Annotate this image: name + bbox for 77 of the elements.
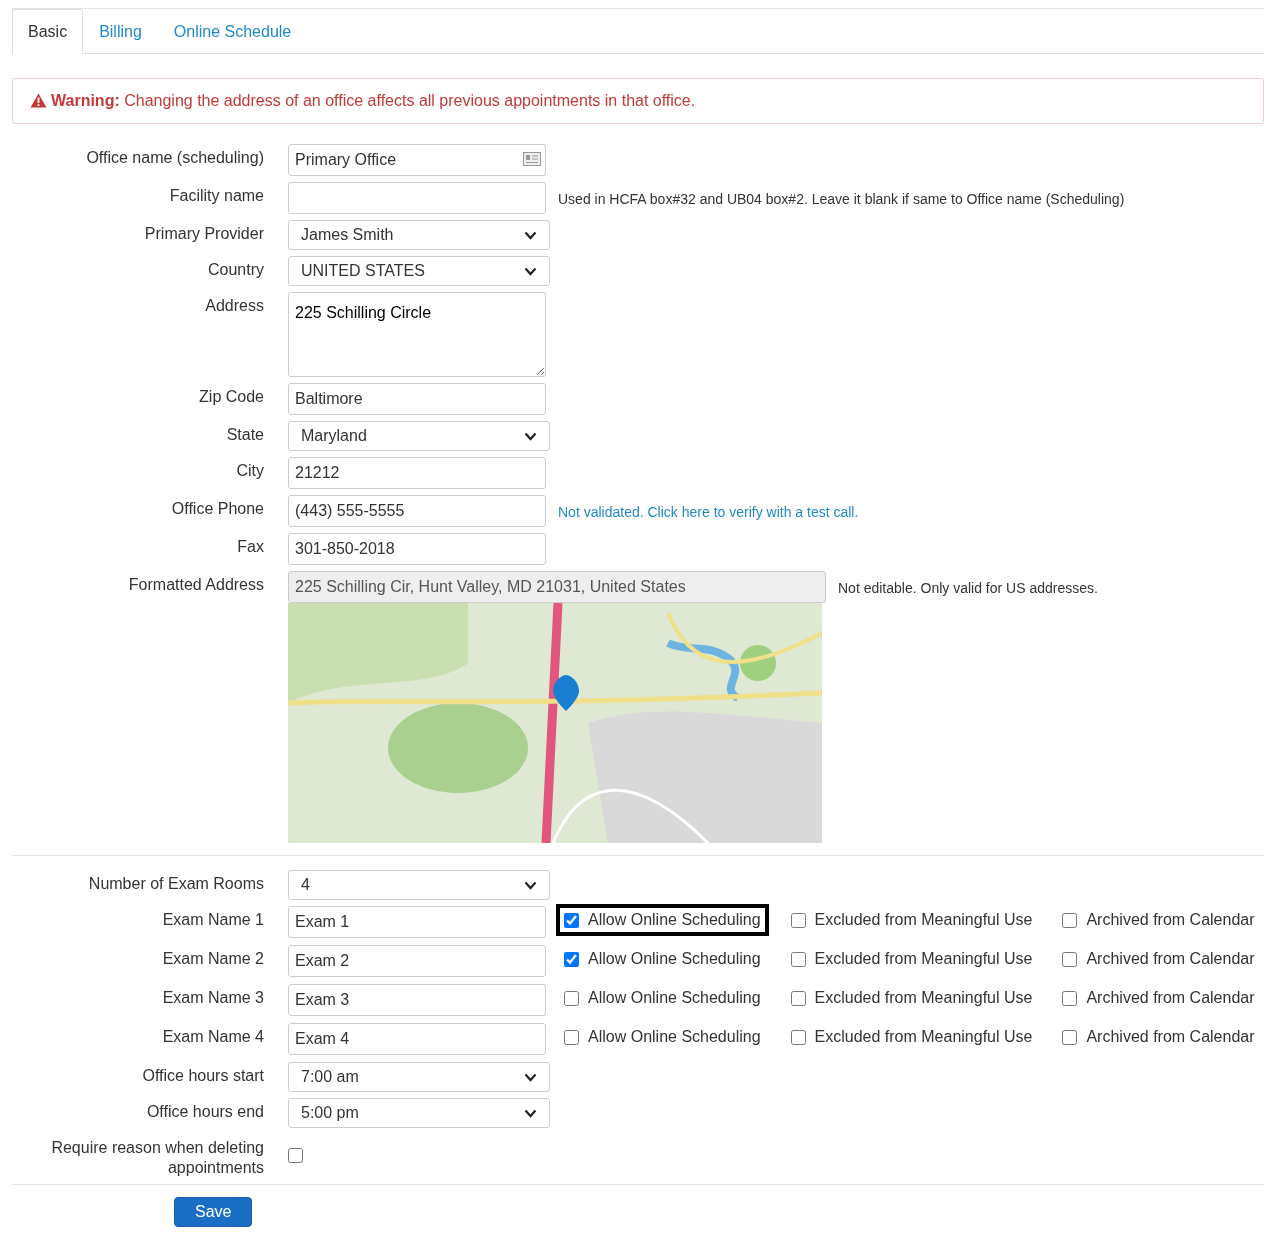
checkbox-label: Excluded from Meaningful Use (814, 910, 1033, 930)
input-field[interactable]: Exam 1 (288, 906, 546, 938)
field-label: Exam Name 4 (161, 1027, 264, 1047)
save-button[interactable]: Save (174, 1197, 253, 1227)
checkbox-label: Allow Online Scheduling (588, 988, 761, 1008)
checkbox[interactable] (1062, 912, 1078, 928)
field-label: City (235, 461, 264, 481)
help-text: Not editable. Only valid for US addresses. (838, 579, 1098, 598)
field-label: Formatted Address (127, 575, 264, 595)
field-label: Exam Name 2 (161, 949, 264, 969)
field-label: Country (206, 260, 264, 280)
checkbox[interactable] (564, 1029, 579, 1045)
field-label: Office Phone (170, 499, 264, 519)
dropdown[interactable]: Maryland (288, 421, 550, 451)
checkbox-label: Allow Online Scheduling (588, 1027, 761, 1047)
help-text: Used in HCFA box#32 and UB04 box#2. Leave it blank if same to Office name (Scheduling) (558, 190, 1125, 209)
dropdown[interactable]: 4 (288, 870, 550, 900)
input-field[interactable]: 301-850-2018 (288, 533, 546, 565)
checkbox[interactable] (1062, 990, 1078, 1006)
caret-icon (524, 880, 537, 890)
input-field[interactable]: Exam 4 (288, 1023, 546, 1055)
checkbox[interactable] (790, 951, 806, 967)
checkbox-label: Archived from Calendar (1086, 910, 1255, 930)
readonly-field: 225 Schilling Cir, Hunt Valley, MD 21031, United States (288, 571, 826, 603)
checkbox-label: Archived from Calendar (1086, 949, 1255, 969)
dropdown[interactable]: UNITED STATES (288, 256, 550, 286)
checkbox-label: Allow Online Scheduling (588, 949, 761, 969)
field-label: Zip Code (198, 387, 264, 407)
checkbox[interactable] (288, 1148, 303, 1163)
warning-text: Warning: Changing the address of an office affects all previous appointments in that office. (51, 92, 696, 109)
input-field[interactable]: Baltimore (288, 383, 546, 415)
input-field[interactable]: Primary Office (288, 144, 546, 176)
checkbox-label: Archived from Calendar (1086, 988, 1255, 1008)
input-field[interactable]: Exam 2 (288, 945, 546, 977)
checkbox[interactable] (790, 1029, 806, 1045)
text-area[interactable]: 225 Schilling Circle (288, 292, 546, 377)
checkbox[interactable] (1062, 1029, 1078, 1045)
checkbox-label: Excluded from Meaningful Use (814, 988, 1033, 1008)
input-field[interactable]: Exam 3 (288, 984, 546, 1016)
tab[interactable]: Billing (83, 9, 158, 54)
input-field[interactable]: (443) 555-5555 (288, 495, 546, 527)
field-label: Number of Exam Rooms (87, 874, 264, 894)
caret-icon (524, 266, 537, 276)
checkbox-label: Excluded from Meaningful Use (814, 1027, 1033, 1047)
field-label: Office hours start (141, 1066, 264, 1086)
input-field[interactable]: 21212 (288, 457, 546, 489)
field-label: Office name (scheduling) (85, 148, 264, 168)
field-label: Address (204, 296, 264, 316)
tab[interactable]: Online Schedule (157, 9, 308, 54)
checkbox[interactable] (790, 990, 806, 1006)
caret-icon (524, 1108, 537, 1118)
warning-icon (30, 93, 47, 108)
field-label: Exam Name 1 (161, 910, 264, 930)
verify-link[interactable]: Not validated. Click here to verify with a test call. (558, 495, 859, 523)
field-label: Office hours end (145, 1102, 264, 1122)
checkbox[interactable] (1062, 951, 1078, 967)
checkbox-label: Excluded from Meaningful Use (814, 949, 1033, 969)
tab[interactable]: Basic (12, 9, 84, 54)
checkbox[interactable] (564, 990, 579, 1006)
checkbox[interactable] (564, 912, 579, 928)
field-label: Primary Provider (143, 224, 264, 244)
caret-icon (524, 230, 537, 240)
field-label: State (225, 425, 264, 445)
caret-icon (524, 1072, 537, 1082)
checkbox-label: Allow Online Scheduling (588, 910, 761, 930)
checkbox[interactable] (564, 951, 579, 967)
field-label: Require reason when deleting appointments (50, 1138, 264, 1178)
dropdown[interactable]: 7:00 am (288, 1062, 550, 1092)
checkbox[interactable] (790, 912, 806, 928)
caret-icon (524, 431, 537, 441)
field-label: Exam Name 3 (161, 988, 264, 1008)
checkbox-label: Archived from Calendar (1086, 1027, 1255, 1047)
field-label: Fax (236, 537, 264, 557)
input-field[interactable] (288, 182, 546, 214)
dropdown[interactable]: 5:00 pm (288, 1098, 550, 1128)
dropdown[interactable]: James Smith (288, 220, 550, 250)
field-label: Facility name (168, 186, 264, 206)
